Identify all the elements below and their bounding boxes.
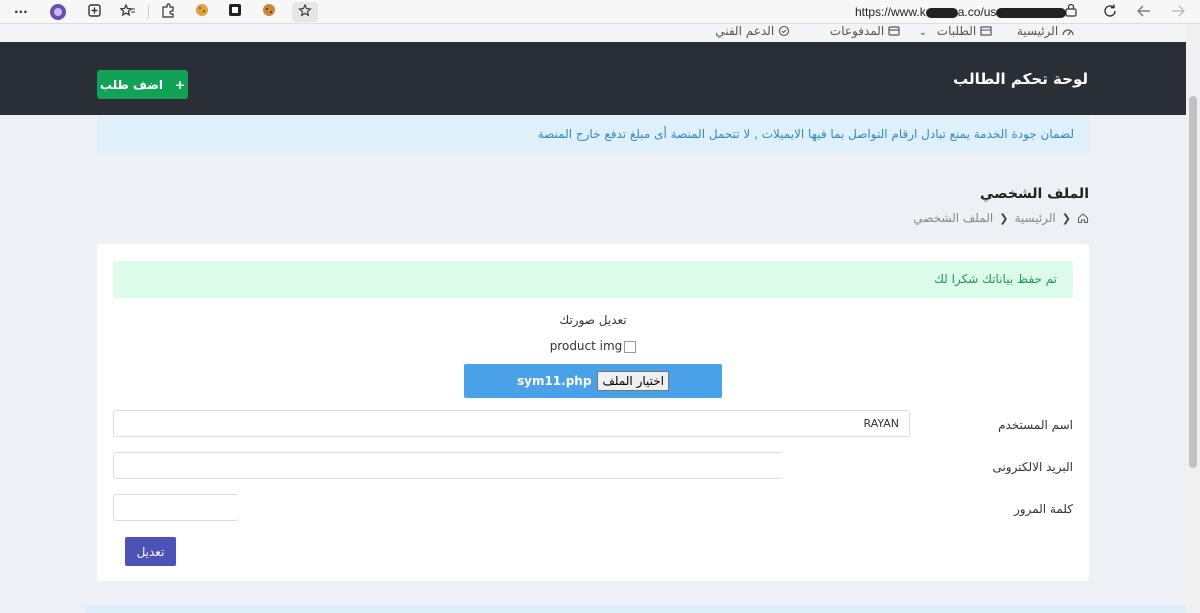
redacted-text xyxy=(996,7,1067,18)
profile-card: تم حفظ بياناتك شكرا لك تعديل صورتك produ… xyxy=(97,244,1089,581)
email-label: البريد الالكترونى xyxy=(992,460,1073,474)
top-navigation: الرئيسية الطلبات ⌄ المدفوعات الدعم الفني xyxy=(0,24,1186,42)
nav-home[interactable]: الرئيسية xyxy=(1017,24,1074,38)
back-arrow-icon[interactable] xyxy=(1136,3,1152,24)
terminal-extension-icon[interactable] xyxy=(228,3,242,22)
success-alert: تم حفظ بياناتك شكرا لك xyxy=(113,261,1073,298)
plus-icon: + xyxy=(175,77,186,92)
lock-icon[interactable] xyxy=(1065,3,1077,22)
nav-support[interactable]: الدعم الفني xyxy=(715,24,790,38)
password-label: كلمة المرور xyxy=(1013,502,1073,516)
add-request-button[interactable]: + اضف طلب xyxy=(97,70,188,99)
username-input[interactable]: RAYAN xyxy=(113,410,910,437)
policy-notice: لضمان جودة الخدمة يمنع تبادل ارقام التوا… xyxy=(97,116,1089,153)
broken-image-icon xyxy=(624,340,637,353)
breadcrumb-home[interactable]: الرئيسية xyxy=(1014,211,1055,225)
requests-icon xyxy=(980,26,992,36)
extensions-icon[interactable] xyxy=(160,3,176,24)
card-icon xyxy=(888,26,900,36)
browser-toolbar: ··· https://www.k a.co/us xyxy=(0,0,1200,24)
footer-strip xyxy=(85,605,1186,613)
email-input[interactable] xyxy=(113,452,783,479)
nav-requests[interactable]: الطلبات ⌄ xyxy=(919,24,992,38)
submit-edit-button[interactable]: تعديل xyxy=(125,537,176,566)
home-icon xyxy=(1077,213,1089,224)
page-scrollbar[interactable] xyxy=(1186,24,1200,613)
redacted-text xyxy=(925,7,958,18)
refresh-icon[interactable] xyxy=(1102,3,1118,24)
breadcrumb-separator: ❮ xyxy=(999,211,1009,225)
cookie-editor-icon[interactable] xyxy=(262,3,276,22)
breadcrumb-current: الملف الشخصي xyxy=(913,211,994,225)
nav-payments[interactable]: المدفوعات xyxy=(830,24,900,38)
choose-file-button[interactable]: اختيار الملف xyxy=(597,371,670,391)
dashboard-title: لوحة تحكم الطالب xyxy=(953,70,1088,88)
username-label: اسم المستخدم xyxy=(998,418,1073,432)
breadcrumb: ❮ الرئيسية ❮ الملف الشخصي xyxy=(913,211,1089,225)
profile-avatar-icon[interactable] xyxy=(49,3,67,26)
more-icon[interactable]: ··· xyxy=(14,3,28,21)
profile-image: product img xyxy=(97,339,1089,353)
check-circle-icon xyxy=(778,25,790,37)
selected-file-name: sym11.php xyxy=(516,374,592,388)
chevron-down-icon: ⌄ xyxy=(918,27,927,38)
dashboard-header: لوحة تحكم الطالب + اضف طلب xyxy=(0,42,1186,115)
forward-arrow-icon[interactable] xyxy=(1170,3,1186,24)
breadcrumb-separator: ❮ xyxy=(1061,211,1071,225)
add-favorite-icon[interactable] xyxy=(292,2,318,22)
file-upload[interactable]: اختيار الملف sym11.php xyxy=(464,364,722,398)
page-title: الملف الشخصي xyxy=(979,186,1089,202)
edit-photo-label: تعديل صورتك xyxy=(559,313,627,327)
cookie-extension-icon[interactable] xyxy=(195,3,209,22)
favorites-icon[interactable] xyxy=(119,3,136,24)
page-viewport: الرئيسية الطلبات ⌄ المدفوعات الدعم الفني… xyxy=(0,24,1186,613)
collections-icon[interactable] xyxy=(87,3,103,24)
address-bar-url[interactable]: https://www.k a.co/us xyxy=(855,4,1067,21)
password-input[interactable] xyxy=(113,494,239,521)
scrollbar-thumb[interactable] xyxy=(1189,96,1197,468)
